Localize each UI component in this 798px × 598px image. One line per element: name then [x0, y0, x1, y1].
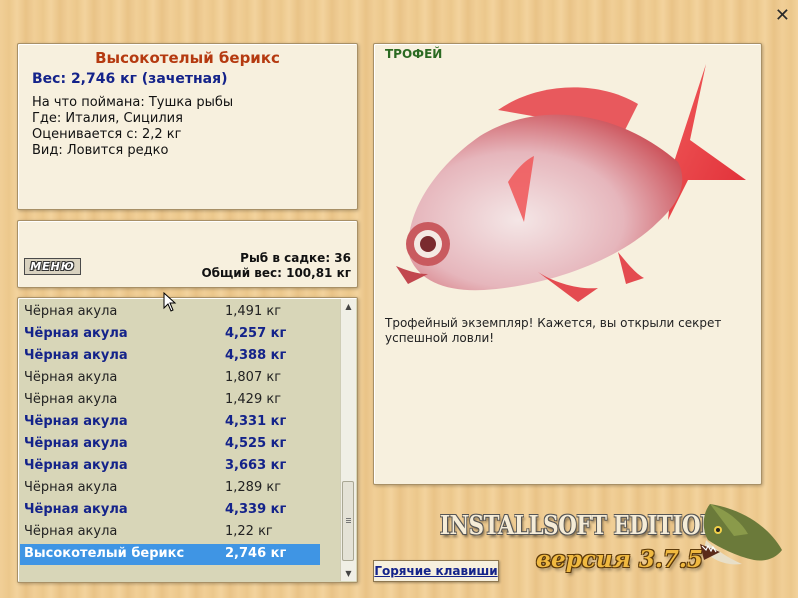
- list-item-weight: 4,331 кг: [225, 414, 287, 429]
- list-item-name: Чёрная акула: [24, 480, 118, 495]
- fish-bait: На что поймана: Тушка рыбы: [32, 95, 234, 110]
- list-item[interactable]: Чёрная акула 4,331 кг: [20, 412, 320, 433]
- close-icon[interactable]: ✕: [775, 5, 790, 26]
- list-item-name: Высокотелый берикс: [24, 546, 185, 561]
- list-item-name: Чёрная акула: [24, 436, 128, 451]
- fish-rated-from: Оценивается с: 2,2 кг: [32, 127, 182, 142]
- list-item[interactable]: Чёрная акула 1,289 кг: [20, 478, 320, 499]
- list-item-weight: 1,429 кг: [225, 392, 282, 407]
- list-item[interactable]: Чёрная акула 3,663 кг: [20, 456, 320, 477]
- list-item[interactable]: Чёрная акула 4,257 кг: [20, 324, 320, 345]
- list-item[interactable]: Чёрная акула 4,525 кг: [20, 434, 320, 455]
- list-item-name: Чёрная акула: [24, 502, 128, 517]
- list-item[interactable]: Чёрная акула 1,807 кг: [20, 368, 320, 389]
- list-item-name: Чёрная акула: [24, 392, 118, 407]
- list-item-weight: 4,388 кг: [225, 348, 287, 363]
- list-item-weight: 4,339 кг: [225, 502, 287, 517]
- list-item-name: Чёрная акула: [24, 458, 128, 473]
- total-weight: Общий вес: 100,81 кг: [201, 266, 351, 280]
- fish-info-panel: Высокотелый берикс Вес: 2,746 кг (зачетн…: [17, 43, 358, 210]
- list-item-weight: 4,525 кг: [225, 436, 287, 451]
- list-item-weight: 3,663 кг: [225, 458, 287, 473]
- chevron-down-icon[interactable]: ▼: [341, 566, 356, 581]
- list-scrollbar[interactable]: ▲ ▼: [340, 299, 356, 581]
- list-item[interactable]: Чёрная акула 4,339 кг: [20, 500, 320, 521]
- list-item-name: Чёрная акула: [24, 524, 118, 539]
- scrollbar-thumb[interactable]: [342, 481, 354, 561]
- list-item-name: Чёрная акула: [24, 414, 128, 429]
- fish-weight: Вес: 2,746 кг (зачетная): [32, 71, 228, 87]
- fish-kind: Вид: Ловится редко: [32, 143, 169, 158]
- menu-button[interactable]: МЕНЮ: [24, 258, 81, 275]
- list-item[interactable]: Чёрная акула 1,22 кг: [20, 522, 320, 543]
- fish-location: Где: Италия, Сицилия: [32, 111, 183, 126]
- list-item-weight: 1,289 кг: [225, 480, 282, 495]
- version-text: версия 3.7.5: [536, 546, 703, 573]
- list-item-weight: 1,22 кг: [225, 524, 273, 539]
- trophy-panel: ТРОФЕЙ Трофейный экземпляр! Кажется, вы …: [373, 43, 762, 485]
- list-item[interactable]: Чёрная акула 4,388 кг: [20, 346, 320, 367]
- catch-list[interactable]: Чёрная акула 1,491 кг Чёрная акула 4,257 кг…: [17, 297, 358, 583]
- trophy-message: Трофейный экземпляр! Кажется, вы открыли…: [385, 316, 722, 345]
- fish-count: Рыб в садке: 36: [240, 251, 351, 265]
- list-item-name: Чёрная акула: [24, 370, 118, 385]
- list-item-weight: 1,807 кг: [225, 370, 282, 385]
- list-item-weight: 2,746 кг: [225, 546, 287, 561]
- cursor-icon: [163, 292, 177, 312]
- list-item-weight: 4,257 кг: [225, 326, 287, 341]
- fish-image: [396, 64, 746, 302]
- keepnet-stats-panel: МЕНЮ Рыб в садке: 36 Общий вес: 100,81 к…: [17, 220, 358, 288]
- list-item-name: Чёрная акула: [24, 348, 128, 363]
- hotkeys-button[interactable]: Горячие клавиши: [373, 560, 499, 582]
- pike-icon: [700, 504, 782, 565]
- list-item[interactable]: Высокотелый берикс 2,746 кг: [20, 544, 320, 565]
- fish-name: Высокотелый берикс: [95, 49, 280, 67]
- list-item[interactable]: Чёрная акула 1,429 кг: [20, 390, 320, 411]
- brand-logo-text: INSTALLSOFT EDITION: [440, 511, 720, 541]
- list-item-weight: 1,491 кг: [225, 304, 282, 319]
- list-item-name: Чёрная акула: [24, 304, 118, 319]
- chevron-up-icon[interactable]: ▲: [341, 299, 356, 314]
- list-item-name: Чёрная акула: [24, 326, 128, 341]
